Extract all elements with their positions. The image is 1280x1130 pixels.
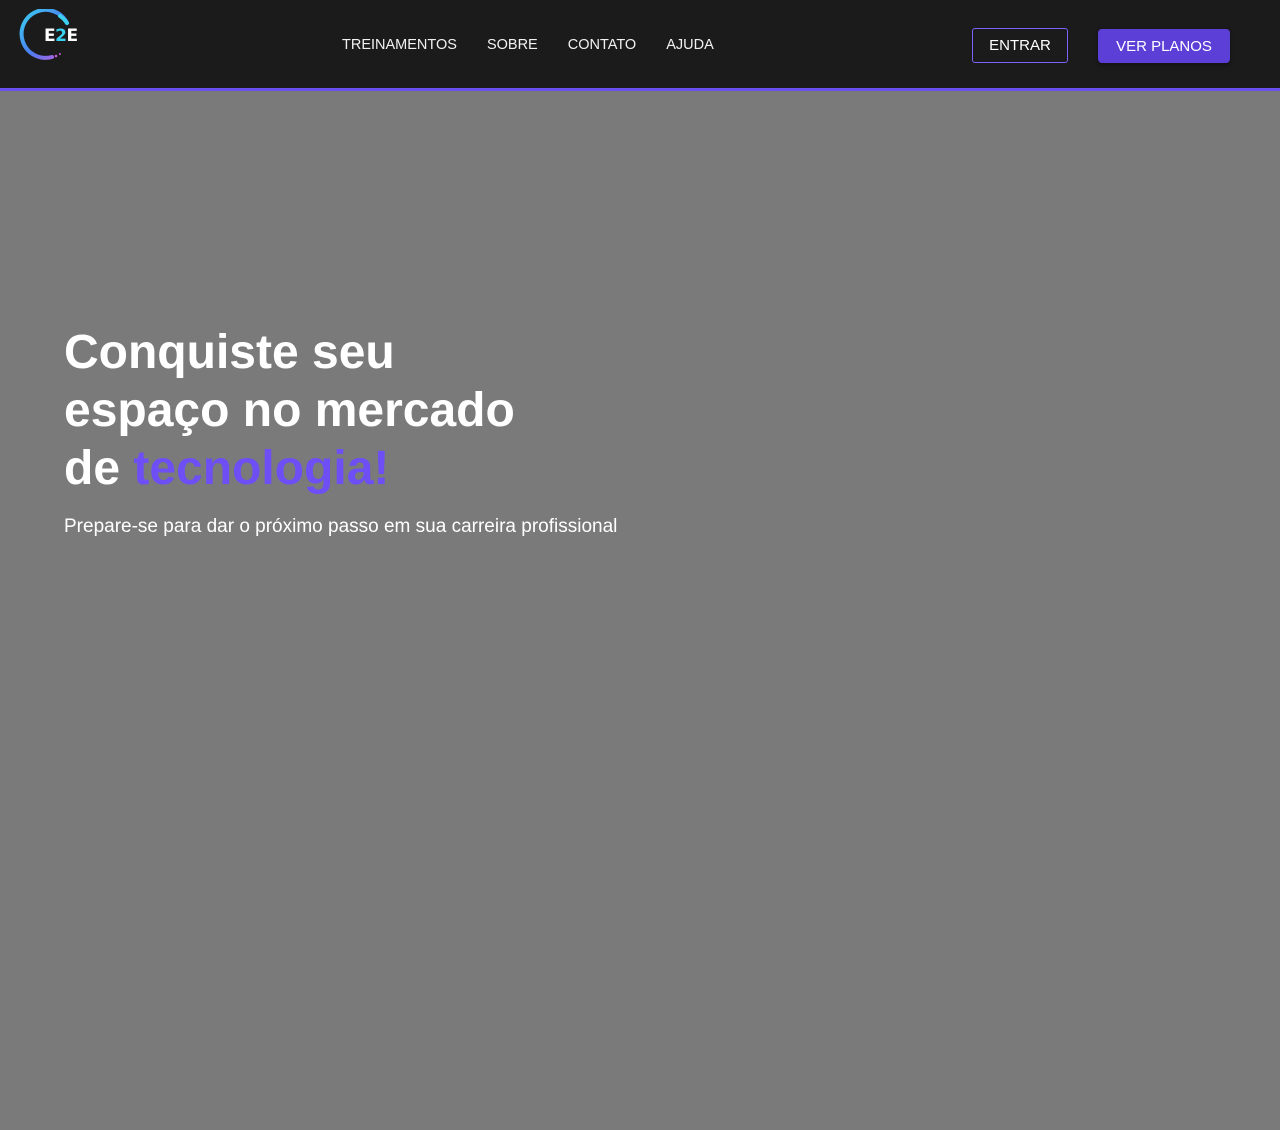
main-nav: TREINAMENTOS SOBRE CONTATO AJUDA	[342, 37, 744, 53]
nav-link-ajuda[interactable]: AJUDA	[666, 37, 714, 53]
hero-title-line1: Conquiste seu	[64, 326, 395, 379]
view-plans-button[interactable]: VER PLANOS	[1098, 29, 1230, 63]
hero-subtitle: Prepare-se para dar o próximo passo em s…	[64, 516, 618, 537]
nav-link-sobre[interactable]: SOBRE	[487, 37, 538, 53]
hero-title-line2: espaço no mercado	[64, 384, 515, 437]
brand-logo[interactable]: E2E	[18, 9, 78, 61]
hero-title: Conquiste seu espaço no mercado de tecno…	[64, 324, 624, 498]
hero-title-highlight: tecnologia!	[133, 442, 390, 495]
hero-title-line3-prefix: de	[64, 442, 134, 495]
nav-link-treinamentos[interactable]: TREINAMENTOS	[342, 37, 457, 53]
logo-wordmark: E2E	[44, 26, 78, 46]
login-button[interactable]: ENTRAR	[972, 28, 1068, 63]
top-navbar: E2E TREINAMENTOS SOBRE CONTATO AJUDA ENT…	[0, 0, 1280, 91]
nav-link-contato[interactable]: CONTATO	[568, 37, 636, 53]
